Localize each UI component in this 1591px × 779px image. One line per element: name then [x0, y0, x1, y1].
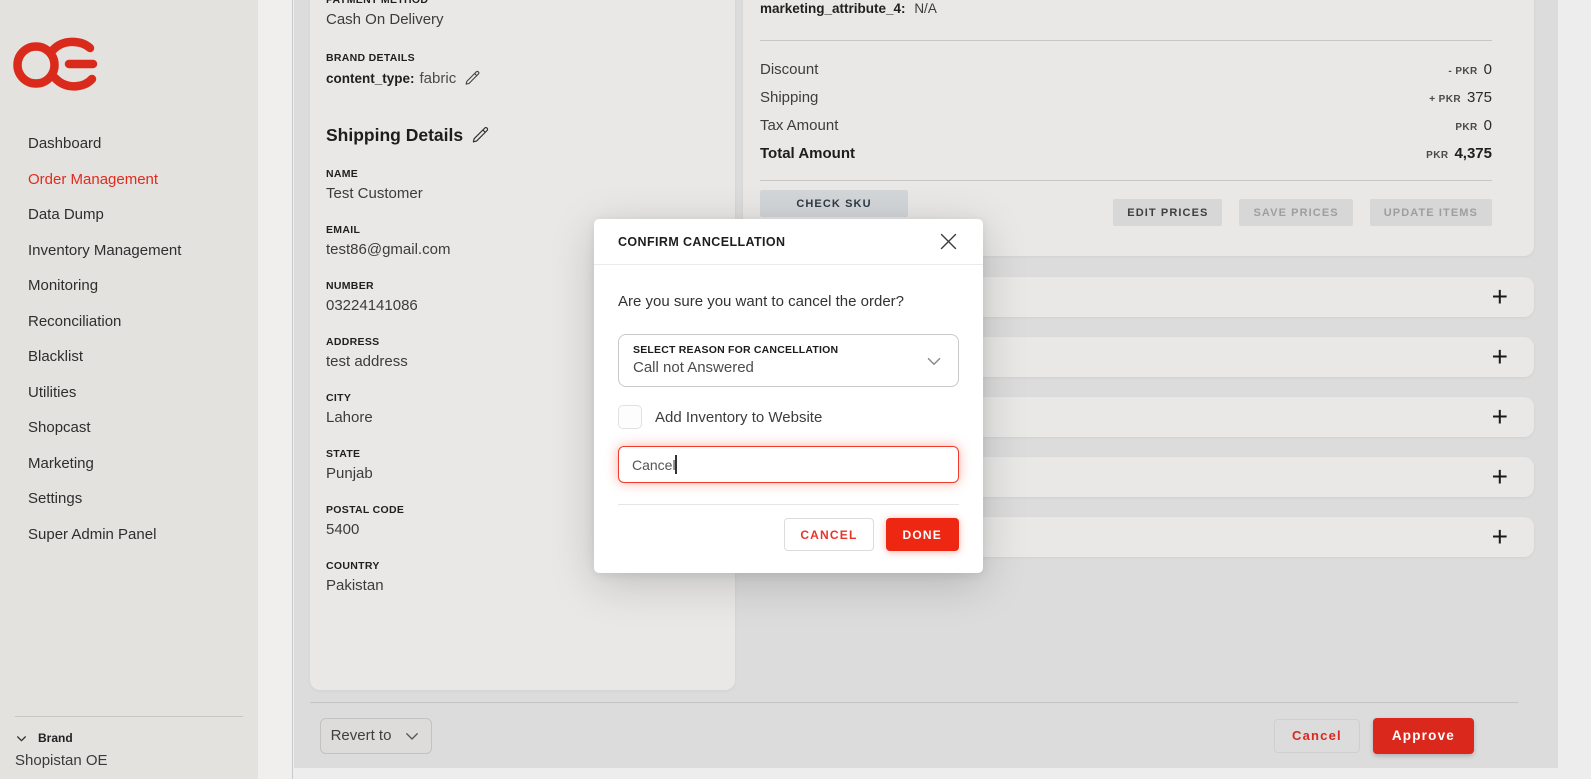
brand-details-row: content_type: fabric	[326, 70, 719, 87]
sidebar-item-dashboard[interactable]: Dashboard	[28, 133, 181, 154]
cancellation-note-input[interactable]	[618, 446, 959, 483]
tax-row: Tax Amount PKR0	[760, 111, 1492, 139]
sidebar-item-order-management[interactable]: Order Management	[28, 169, 181, 190]
divider	[760, 180, 1492, 181]
order-actions-bar: Revert to Cancel Approve	[310, 702, 1518, 768]
check-sku-button[interactable]: CHECK SKU	[760, 190, 908, 217]
add-inventory-row: Add Inventory to Website	[618, 405, 959, 429]
approve-order-button[interactable]: Approve	[1373, 718, 1474, 754]
sidebar-item-super-admin-panel[interactable]: Super Admin Panel	[28, 524, 181, 545]
sidebar-gap-strip	[258, 0, 293, 779]
order-summary-card: marketing_attribute_4: N/A Discount - PK…	[743, 0, 1534, 256]
oe-logo-icon	[13, 31, 101, 95]
text-caret	[675, 455, 677, 474]
modal-body: Are you sure you want to cancel the orde…	[594, 265, 983, 573]
revert-to-label: Revert to	[331, 727, 392, 744]
sidebar-footer: Brand Shopistan OE	[0, 716, 258, 769]
shipping-details-title: Shipping Details	[326, 125, 463, 146]
brand-selector-label: Brand	[38, 731, 73, 745]
amount-summary: Discount - PKR0 Shipping + PKR375 Tax Am…	[760, 55, 1492, 167]
sidebar-item-inventory-management[interactable]: Inventory Management	[28, 240, 181, 261]
oe-logo	[13, 31, 101, 95]
expand-plus-icon[interactable]: +	[1492, 343, 1508, 371]
divider	[760, 40, 1492, 41]
confirm-cancellation-modal: CONFIRM CANCELLATION Are you sure you wa…	[594, 219, 983, 573]
chevron-down-icon	[403, 727, 421, 745]
chevron-down-icon	[923, 350, 945, 372]
footer-actions: Cancel Approve	[1274, 718, 1474, 754]
edit-brand-details-icon[interactable]	[464, 70, 481, 87]
reason-select-label: SELECT REASON FOR CANCELLATION	[633, 344, 944, 356]
reason-select-value: Call not Answered	[633, 359, 944, 376]
modal-cancel-button[interactable]: CANCEL	[784, 518, 873, 551]
modal-title: CONFIRM CANCELLATION	[618, 235, 785, 249]
marketing-attribute-key: marketing_attribute_4:	[760, 1, 906, 16]
edit-prices-button[interactable]: EDIT PRICES	[1113, 199, 1222, 226]
sidebar-item-shopcast[interactable]: Shopcast	[28, 417, 181, 438]
payment-method-label: PAYMENT METHOD	[326, 0, 719, 6]
divider	[15, 716, 243, 717]
shipping-details-header: Shipping Details	[326, 125, 719, 146]
sidebar: Dashboard Order Management Data Dump Inv…	[0, 0, 258, 779]
brand-selector[interactable]: Brand	[15, 731, 243, 745]
divider	[618, 504, 959, 505]
shipping-row: Shipping + PKR375	[760, 83, 1492, 111]
sidebar-item-marketing[interactable]: Marketing	[28, 453, 181, 474]
add-inventory-label: Add Inventory to Website	[655, 409, 822, 426]
sidebar-item-settings[interactable]: Settings	[28, 488, 181, 509]
sidebar-nav: Dashboard Order Management Data Dump Inv…	[28, 133, 181, 545]
sidebar-item-reconciliation[interactable]: Reconciliation	[28, 311, 181, 332]
price-actions: EDIT PRICES SAVE PRICES UPDATE ITEMS	[1113, 199, 1492, 226]
sidebar-item-utilities[interactable]: Utilities	[28, 382, 181, 403]
add-inventory-checkbox[interactable]	[618, 405, 642, 429]
sidebar-item-data-dump[interactable]: Data Dump	[28, 204, 181, 225]
payment-method-value: Cash On Delivery	[326, 11, 719, 28]
brand-attribute-key: content_type:	[326, 71, 415, 86]
confirmation-question: Are you sure you want to cancel the orde…	[618, 293, 959, 310]
cancel-order-button[interactable]: Cancel	[1274, 719, 1360, 753]
update-items-button[interactable]: UPDATE ITEMS	[1370, 199, 1492, 226]
brand-selector-value: Shopistan OE	[15, 752, 243, 769]
edit-shipping-details-icon[interactable]	[471, 126, 490, 145]
marketing-attribute-row: marketing_attribute_4: N/A	[760, 1, 1492, 16]
expand-plus-icon[interactable]: +	[1492, 403, 1508, 431]
revert-to-dropdown[interactable]: Revert to	[320, 718, 432, 754]
expand-plus-icon[interactable]: +	[1492, 523, 1508, 551]
chevron-down-icon	[15, 732, 28, 745]
shipping-field: NAME Test Customer	[326, 168, 719, 202]
brand-attribute-value: fabric	[420, 70, 457, 87]
save-prices-button[interactable]: SAVE PRICES	[1239, 199, 1352, 226]
close-icon[interactable]	[938, 231, 959, 252]
cancellation-reason-select[interactable]: SELECT REASON FOR CANCELLATION Call not …	[618, 334, 959, 387]
discount-row: Discount - PKR0	[760, 55, 1492, 83]
expand-plus-icon[interactable]: +	[1492, 463, 1508, 491]
marketing-attribute-value: N/A	[914, 1, 937, 16]
total-row: Total Amount PKR4,375	[760, 139, 1492, 167]
modal-done-button[interactable]: DONE	[886, 518, 959, 551]
expand-plus-icon[interactable]: +	[1492, 283, 1508, 311]
sidebar-item-blacklist[interactable]: Blacklist	[28, 346, 181, 367]
sidebar-item-monitoring[interactable]: Monitoring	[28, 275, 181, 296]
modal-footer: CANCEL DONE	[618, 518, 959, 551]
modal-header: CONFIRM CANCELLATION	[594, 219, 983, 265]
cancellation-note-wrap	[618, 446, 959, 483]
brand-details-label: BRAND DETAILS	[326, 52, 719, 64]
